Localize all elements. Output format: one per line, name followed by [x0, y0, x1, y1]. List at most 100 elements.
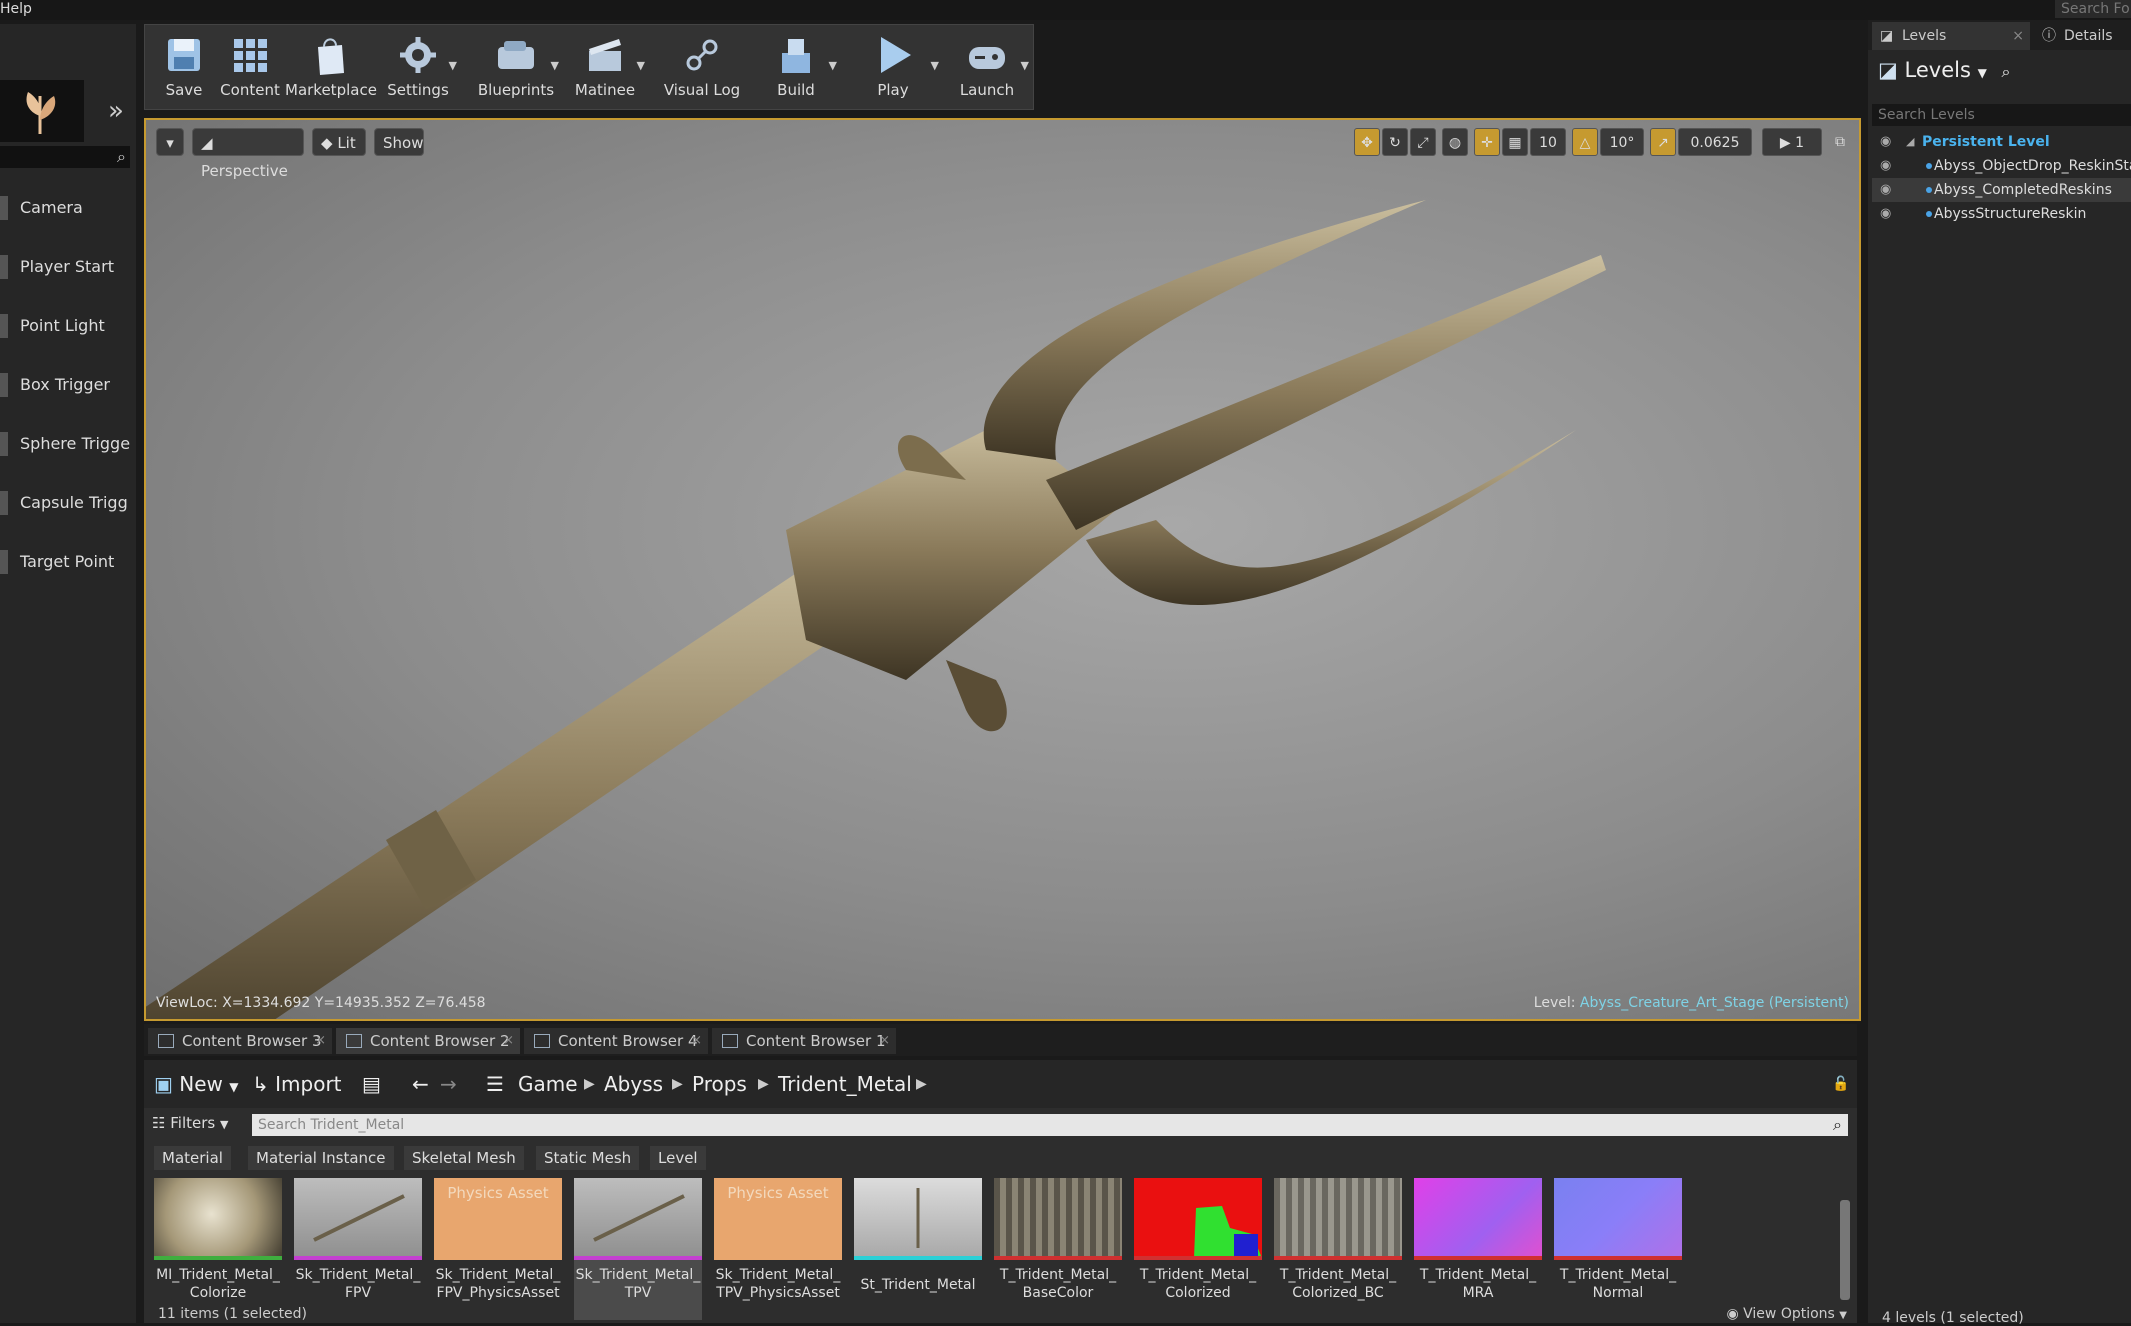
eye-icon[interactable]: ◉ [1880, 130, 1891, 154]
filter-chip-static-mesh[interactable]: Static Mesh [536, 1146, 640, 1170]
expand-arrow-icon[interactable]: ◢ [1906, 130, 1914, 154]
blueprints-button[interactable]: Blueprints ▼ [473, 25, 559, 109]
view-options-button[interactable]: ◉ View Options ▼ [1726, 1306, 1847, 1322]
eye-icon[interactable]: ◉ [1880, 202, 1891, 226]
breadcrumb-separator-icon[interactable]: ▶ [584, 1068, 595, 1100]
level-row[interactable]: ◉ AbyssStructureReskin [1872, 202, 2131, 226]
maximize-viewport-icon[interactable]: ⧉ [1830, 128, 1850, 156]
tab-details[interactable]: ⓘ Details [2034, 22, 2131, 50]
launch-button[interactable]: Launch ▼ [945, 25, 1029, 109]
build-button[interactable]: Build ▼ [755, 25, 837, 109]
asset-tile[interactable]: MI_Trident_Metal_ Colorize [154, 1178, 282, 1320]
close-icon[interactable]: × [315, 1028, 326, 1054]
save-all-icon[interactable]: ▤ [362, 1068, 392, 1100]
grid-snap-icon[interactable]: ▦ [1502, 128, 1528, 156]
menu-help[interactable]: Help [0, 1, 32, 17]
lock-icon[interactable]: 🔓 [1832, 1068, 1852, 1100]
place-item-target-point[interactable]: Target Point [0, 536, 134, 590]
filter-chip-level[interactable]: Level [650, 1146, 706, 1170]
levels-header[interactable]: ◪ Levels ▼ ⌕ [1878, 58, 2010, 82]
camera-speed-button[interactable]: ▶ 1 [1762, 128, 1822, 156]
breadcrumb-abyss[interactable]: Abyss [604, 1068, 663, 1100]
new-button[interactable]: ▣ New ▼ [154, 1068, 250, 1100]
asset-tile[interactable]: T_Trident_Metal_ Colorized [1134, 1178, 1262, 1320]
asset-tile[interactable]: T_Trident_Metal_ Normal [1554, 1178, 1682, 1320]
asset-tile[interactable]: Physics Asset Sk_Trident_Metal_ FPV_Physi… [434, 1178, 562, 1320]
perspective-button[interactable]: ◢ Perspective [192, 128, 304, 180]
asset-search-input[interactable]: Search Trident_Metal ⌕ [252, 1114, 1848, 1136]
eye-icon[interactable]: ◉ [1880, 154, 1891, 178]
close-icon[interactable]: × [503, 1028, 514, 1054]
rotate-mode-icon[interactable]: ↻ [1382, 128, 1408, 156]
tab-content-browser-4[interactable]: Content Browser 4 × [524, 1028, 708, 1054]
world-space-icon[interactable]: ◍ [1442, 128, 1468, 156]
filter-chip-material-instance[interactable]: Material Instance [248, 1146, 394, 1170]
filter-chip-skeletal-mesh[interactable]: Skeletal Mesh [404, 1146, 524, 1170]
launch-dropdown-icon[interactable]: ▼ [1021, 59, 1029, 72]
play-button[interactable]: Play ▼ [847, 25, 939, 109]
show-button[interactable]: Show [374, 128, 424, 156]
place-search-input[interactable]: ⌕ [0, 146, 130, 168]
expand-modes-icon[interactable]: » [108, 96, 124, 126]
level-row-selected[interactable]: ◉ Abyss_CompletedReskins [1872, 178, 2131, 202]
scale-mode-icon[interactable]: ⤢ [1410, 128, 1436, 156]
rotation-snap-value[interactable]: 10° [1600, 128, 1644, 156]
rotation-snap-icon[interactable]: △ [1572, 128, 1598, 156]
lit-button[interactable]: ◆ Lit [312, 128, 366, 156]
place-item-point-light[interactable]: Point Light [0, 300, 134, 354]
settings-button[interactable]: Settings ▼ [379, 25, 457, 109]
matinee-dropdown-icon[interactable]: ▼ [637, 59, 645, 72]
play-dropdown-icon[interactable]: ▼ [931, 59, 939, 72]
translate-mode-icon[interactable]: ✥ [1354, 128, 1380, 156]
breadcrumb-separator-icon[interactable]: ▶ [672, 1068, 683, 1100]
close-icon[interactable]: × [879, 1028, 890, 1054]
asset-tile-selected[interactable]: Sk_Trident_Metal_ TPV [574, 1178, 702, 1320]
level-search-icon[interactable]: ⌕ [2002, 62, 2011, 81]
breadcrumb-separator-icon[interactable]: ▶ [758, 1068, 769, 1100]
level-viewport[interactable]: ▾ ◢ Perspective ◆ Lit Show ✥ ↻ ⤢ ◍ ✛ ▦ 1… [144, 118, 1861, 1021]
global-search-input[interactable]: Search Fo [2055, 0, 2131, 18]
tab-content-browser-1[interactable]: Content Browser 1 × [712, 1028, 896, 1054]
breadcrumb-separator-icon[interactable]: ▶ [916, 1068, 927, 1100]
breadcrumb-trident-metal[interactable]: Trident_Metal [778, 1068, 912, 1100]
matinee-button[interactable]: Matinee ▼ [565, 25, 645, 109]
close-icon[interactable]: × [2012, 22, 2024, 50]
place-item-camera[interactable]: Camera [0, 182, 134, 236]
settings-dropdown-icon[interactable]: ▼ [449, 59, 457, 72]
level-row[interactable]: ◉ Abyss_ObjectDrop_ReskinSta [1872, 154, 2131, 178]
build-dropdown-icon[interactable]: ▼ [829, 59, 837, 72]
back-arrow-icon[interactable]: ← [412, 1068, 436, 1100]
scale-snap-icon[interactable]: ↗ [1650, 128, 1676, 156]
foliage-mode-button[interactable] [0, 80, 84, 142]
import-button[interactable]: ↳ Import [252, 1068, 352, 1100]
place-item-box-trigger[interactable]: Box Trigger [0, 359, 134, 413]
tab-content-browser-3[interactable]: Content Browser 3 × [148, 1028, 332, 1054]
breadcrumb-game[interactable]: Game [518, 1068, 578, 1100]
asset-tile[interactable]: T_Trident_Metal_ MRA [1414, 1178, 1542, 1320]
tab-levels[interactable]: ◪ Levels × [1872, 22, 2030, 50]
asset-tile[interactable]: St_Trident_Metal [854, 1178, 982, 1320]
place-item-sphere-trigger[interactable]: Sphere Trigge [0, 418, 134, 472]
asset-tile[interactable]: Physics Asset Sk_Trident_Metal_ TPV_Physi… [714, 1178, 842, 1320]
eye-icon[interactable]: ◉ [1880, 178, 1891, 202]
blueprints-dropdown-icon[interactable]: ▼ [551, 59, 559, 72]
content-button[interactable]: Content [219, 25, 281, 109]
sources-toggle-icon[interactable]: ☰ [486, 1068, 510, 1100]
levels-search-input[interactable]: Search Levels [1872, 104, 2131, 126]
level-row-persistent[interactable]: ◉ ◢ Persistent Level [1872, 130, 2131, 154]
grid-snap-value[interactable]: 10 [1530, 128, 1566, 156]
place-item-capsule-trigger[interactable]: Capsule Trigg [0, 477, 134, 531]
viewport-options-dropdown[interactable]: ▾ [156, 128, 184, 156]
tab-content-browser-2[interactable]: Content Browser 2 × [336, 1028, 520, 1054]
filters-button[interactable]: ☷ Filters ▼ [152, 1114, 228, 1132]
breadcrumb-props[interactable]: Props [692, 1068, 747, 1100]
surface-snap-icon[interactable]: ✛ [1474, 128, 1500, 156]
asset-tile[interactable]: Sk_Trident_Metal_ FPV [294, 1178, 422, 1320]
scale-snap-value[interactable]: 0.0625 [1678, 128, 1752, 156]
close-icon[interactable]: × [691, 1028, 702, 1054]
asset-tile[interactable]: T_Trident_Metal_ Colorized_BC [1274, 1178, 1402, 1320]
asset-tile[interactable]: T_Trident_Metal_ BaseColor [994, 1178, 1122, 1320]
save-button[interactable]: Save [153, 25, 215, 109]
forward-arrow-icon[interactable]: → [440, 1068, 464, 1100]
asset-scrollbar[interactable] [1840, 1200, 1850, 1300]
